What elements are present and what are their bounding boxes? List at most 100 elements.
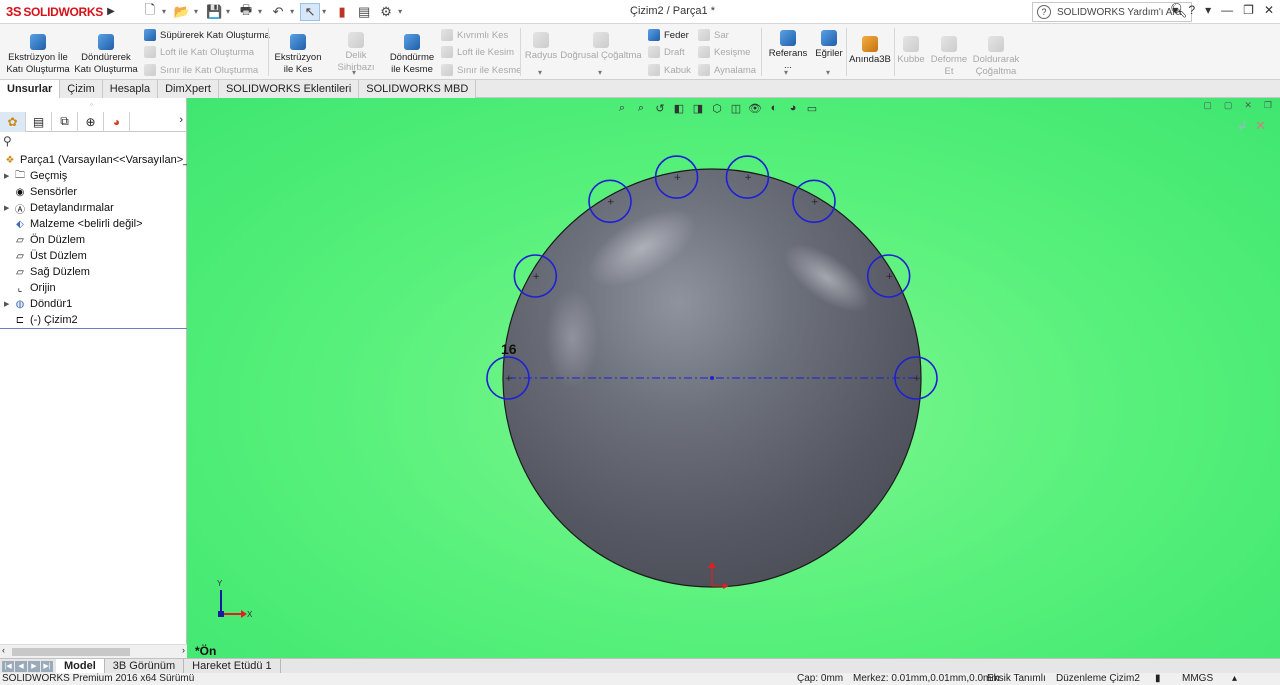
cancel-sketch-icon[interactable]: ✕ <box>1255 118 1266 133</box>
first-tab-icon[interactable]: |◀ <box>2 660 14 672</box>
model-scene[interactable]: + + + + + + + + 16 Y X <box>187 98 1280 658</box>
property-manager-tab-icon[interactable]: ▤ <box>26 111 52 132</box>
tab-addins[interactable]: SOLIDWORKS Eklentileri <box>218 80 360 98</box>
shell-button[interactable]: Kabuk <box>648 64 691 76</box>
circle-center-mark[interactable]: + <box>744 173 752 183</box>
tab-motion-study[interactable]: Hareket Etüdü 1 <box>184 658 281 674</box>
chevron-down-icon[interactable]: ▾ <box>398 7 402 16</box>
deform-button[interactable]: Deforme Et <box>928 36 970 78</box>
expand-arrow-icon[interactable]: ▶ <box>4 300 14 308</box>
chevron-right-icon[interactable]: › <box>179 114 183 126</box>
chevron-down-icon[interactable]: ▾ <box>352 68 356 77</box>
scroll-right-icon[interactable]: › <box>182 645 185 655</box>
prev-tab-icon[interactable]: ◀ <box>15 660 27 672</box>
viewport-close-icon[interactable]: ✕ <box>1244 100 1252 111</box>
select-pointer-icon[interactable]: ↖ <box>300 2 321 21</box>
tab-3d-views[interactable]: 3B Görünüm <box>105 658 185 674</box>
boundary-boss-button[interactable]: Sınır ile Katı Oluşturma <box>144 64 258 76</box>
rollback-bar[interactable] <box>0 328 187 329</box>
dynamic-annotation-icon[interactable]: ◨ <box>690 100 706 116</box>
menu-expand-icon[interactable]: ▶ <box>104 0 118 24</box>
apply-scene-icon[interactable]: ◕ <box>785 100 801 116</box>
options-gear-icon[interactable]: ⚙ <box>376 3 396 21</box>
help-dropdown-icon[interactable]: ▾ <box>1205 3 1211 17</box>
reference-geometry-button[interactable]: Referans ... <box>764 30 812 72</box>
tab-sketch[interactable]: Çizim <box>60 80 103 98</box>
edit-appearance-icon[interactable]: ◐ <box>766 100 782 116</box>
tree-item-annotations[interactable]: ▶ Ⓐ Detaylandırmalar <box>4 200 114 216</box>
circle-center-mark[interactable]: + <box>505 374 513 384</box>
tree-item-sketch2[interactable]: ⊏ (-) Çizim2 <box>4 312 78 328</box>
loft-boss-button[interactable]: Loft ile Katı Oluşturma <box>144 46 254 58</box>
undo-icon[interactable]: ↶ <box>268 3 288 21</box>
instant3d-button[interactable]: Anında3B <box>848 36 892 66</box>
mirror-button[interactable]: Aynalama <box>698 64 756 76</box>
units-dropdown-icon[interactable]: ▴ <box>1232 673 1237 685</box>
dome-button[interactable]: Kubbe <box>896 36 926 66</box>
fill-pattern-button[interactable]: Doldurarak Çoğaltma <box>972 36 1020 78</box>
chevron-down-icon[interactable]: ▾ <box>784 68 788 77</box>
dimension-label[interactable]: 16 <box>501 341 517 357</box>
help-icon[interactable]: ? <box>1188 3 1195 17</box>
tree-item-sensors[interactable]: ◉ Sensörler <box>4 184 77 200</box>
print-icon[interactable]: 🖶 <box>236 2 256 21</box>
tab-model[interactable]: Model <box>56 658 105 674</box>
linear-pattern-button[interactable]: Doğrusal Çoğaltma <box>560 32 642 62</box>
loft-cut-button[interactable]: Loft ile Kesim <box>441 46 514 58</box>
chevron-down-icon[interactable]: ▾ <box>226 7 230 16</box>
open-file-icon[interactable]: 📂 <box>172 3 192 21</box>
viewport-maximize-icon[interactable]: ❐ <box>1264 100 1272 111</box>
tree-item-front-plane[interactable]: ▱ Ön Düzlem <box>4 232 85 248</box>
center-point[interactable] <box>710 376 714 380</box>
file-properties-icon[interactable]: ▤ <box>354 3 374 21</box>
wrap-button[interactable]: Sar <box>698 29 729 41</box>
filter-icon[interactable]: ⚲ <box>3 134 12 148</box>
extrude-boss-button[interactable]: Ekstrüzyon İle Katı Oluşturma <box>4 34 72 76</box>
chevron-down-icon[interactable]: ▾ <box>290 7 294 16</box>
swept-cut-button[interactable]: Kıvrımlı Kes <box>441 29 508 41</box>
dimxpert-manager-tab-icon[interactable]: ⊕ <box>78 111 104 132</box>
boundary-cut-button[interactable]: Sınır ile Kesme <box>441 64 521 76</box>
circle-center-mark[interactable]: + <box>674 173 682 183</box>
viewport-minimize-icon[interactable]: ▢ <box>1203 100 1212 111</box>
expand-arrow-icon[interactable]: ▶ <box>4 172 14 180</box>
hide-show-items-icon[interactable]: 👁︎ <box>747 100 763 116</box>
chevron-down-icon[interactable]: ▾ <box>258 7 262 16</box>
viewport-tile-icon[interactable]: ▢ <box>1224 100 1233 111</box>
chevron-down-icon[interactable]: ▾ <box>194 7 198 16</box>
graphics-area[interactable]: + + + + + + + + 16 Y X ⌕ ⌕ ↺ ◧ ◨ ⬡ ◫ 👁︎ ◐ ◕ ▭ ▢… <box>187 98 1280 658</box>
fillet-button[interactable]: Radyus <box>522 32 560 62</box>
chevron-down-icon[interactable]: ▾ <box>538 68 542 77</box>
view-settings-icon[interactable]: ▭ <box>804 100 820 116</box>
rib-button[interactable]: Feder <box>648 29 689 41</box>
draft-button[interactable]: Draft <box>648 46 685 58</box>
chevron-down-icon[interactable]: ▾ <box>162 7 166 16</box>
tree-item-revolve1[interactable]: ▶ ◍ Döndür1 <box>4 296 72 312</box>
circle-center-mark[interactable]: + <box>886 272 894 282</box>
zoom-to-area-icon[interactable]: ⌕ <box>633 100 649 116</box>
circle-center-mark[interactable]: + <box>913 374 921 384</box>
rebuild-status-icon[interactable]: ▮ <box>1155 673 1161 685</box>
chevron-down-icon[interactable]: ▾ <box>826 68 830 77</box>
expand-arrow-icon[interactable]: ▶ <box>4 204 14 212</box>
rebuild-icon[interactable]: ▮ <box>332 3 352 21</box>
last-tab-icon[interactable]: ▶| <box>41 660 53 672</box>
swept-boss-button[interactable]: Süpürerek Katı Oluşturma <box>144 29 270 41</box>
tree-root-part[interactable]: ❖ Parça1 (Varsayılan<<Varsayılan>_Gön <box>4 152 211 168</box>
solidworks-logo[interactable]: 3S SOLIDWORKS <box>0 0 104 24</box>
tab-mbd[interactable]: SOLIDWORKS MBD <box>359 80 477 98</box>
next-tab-icon[interactable]: ▶ <box>28 660 40 672</box>
tab-evaluate[interactable]: Hesapla <box>102 80 159 98</box>
scrollbar-thumb[interactable] <box>12 648 130 656</box>
revolve-cut-button[interactable]: Döndürme ile Kesme <box>388 34 436 76</box>
tree-item-material[interactable]: ⬖ Malzeme <belirli değil> <box>4 216 142 232</box>
circle-center-mark[interactable]: + <box>607 197 615 207</box>
scroll-left-icon[interactable]: ‹ <box>2 645 5 655</box>
tree-item-top-plane[interactable]: ▱ Üst Düzlem <box>4 248 87 264</box>
help-search-input[interactable]: ? SOLIDWORKS Yardım'ı Ara <box>1032 2 1192 22</box>
close-icon[interactable]: ✕ <box>1264 3 1274 17</box>
tree-item-origin[interactable]: ⌞ Orijin <box>4 280 56 296</box>
chevron-down-icon[interactable]: ▾ <box>598 68 602 77</box>
tree-horizontal-scrollbar[interactable]: ‹ › <box>0 644 187 658</box>
display-style-icon[interactable]: ◫ <box>728 100 744 116</box>
